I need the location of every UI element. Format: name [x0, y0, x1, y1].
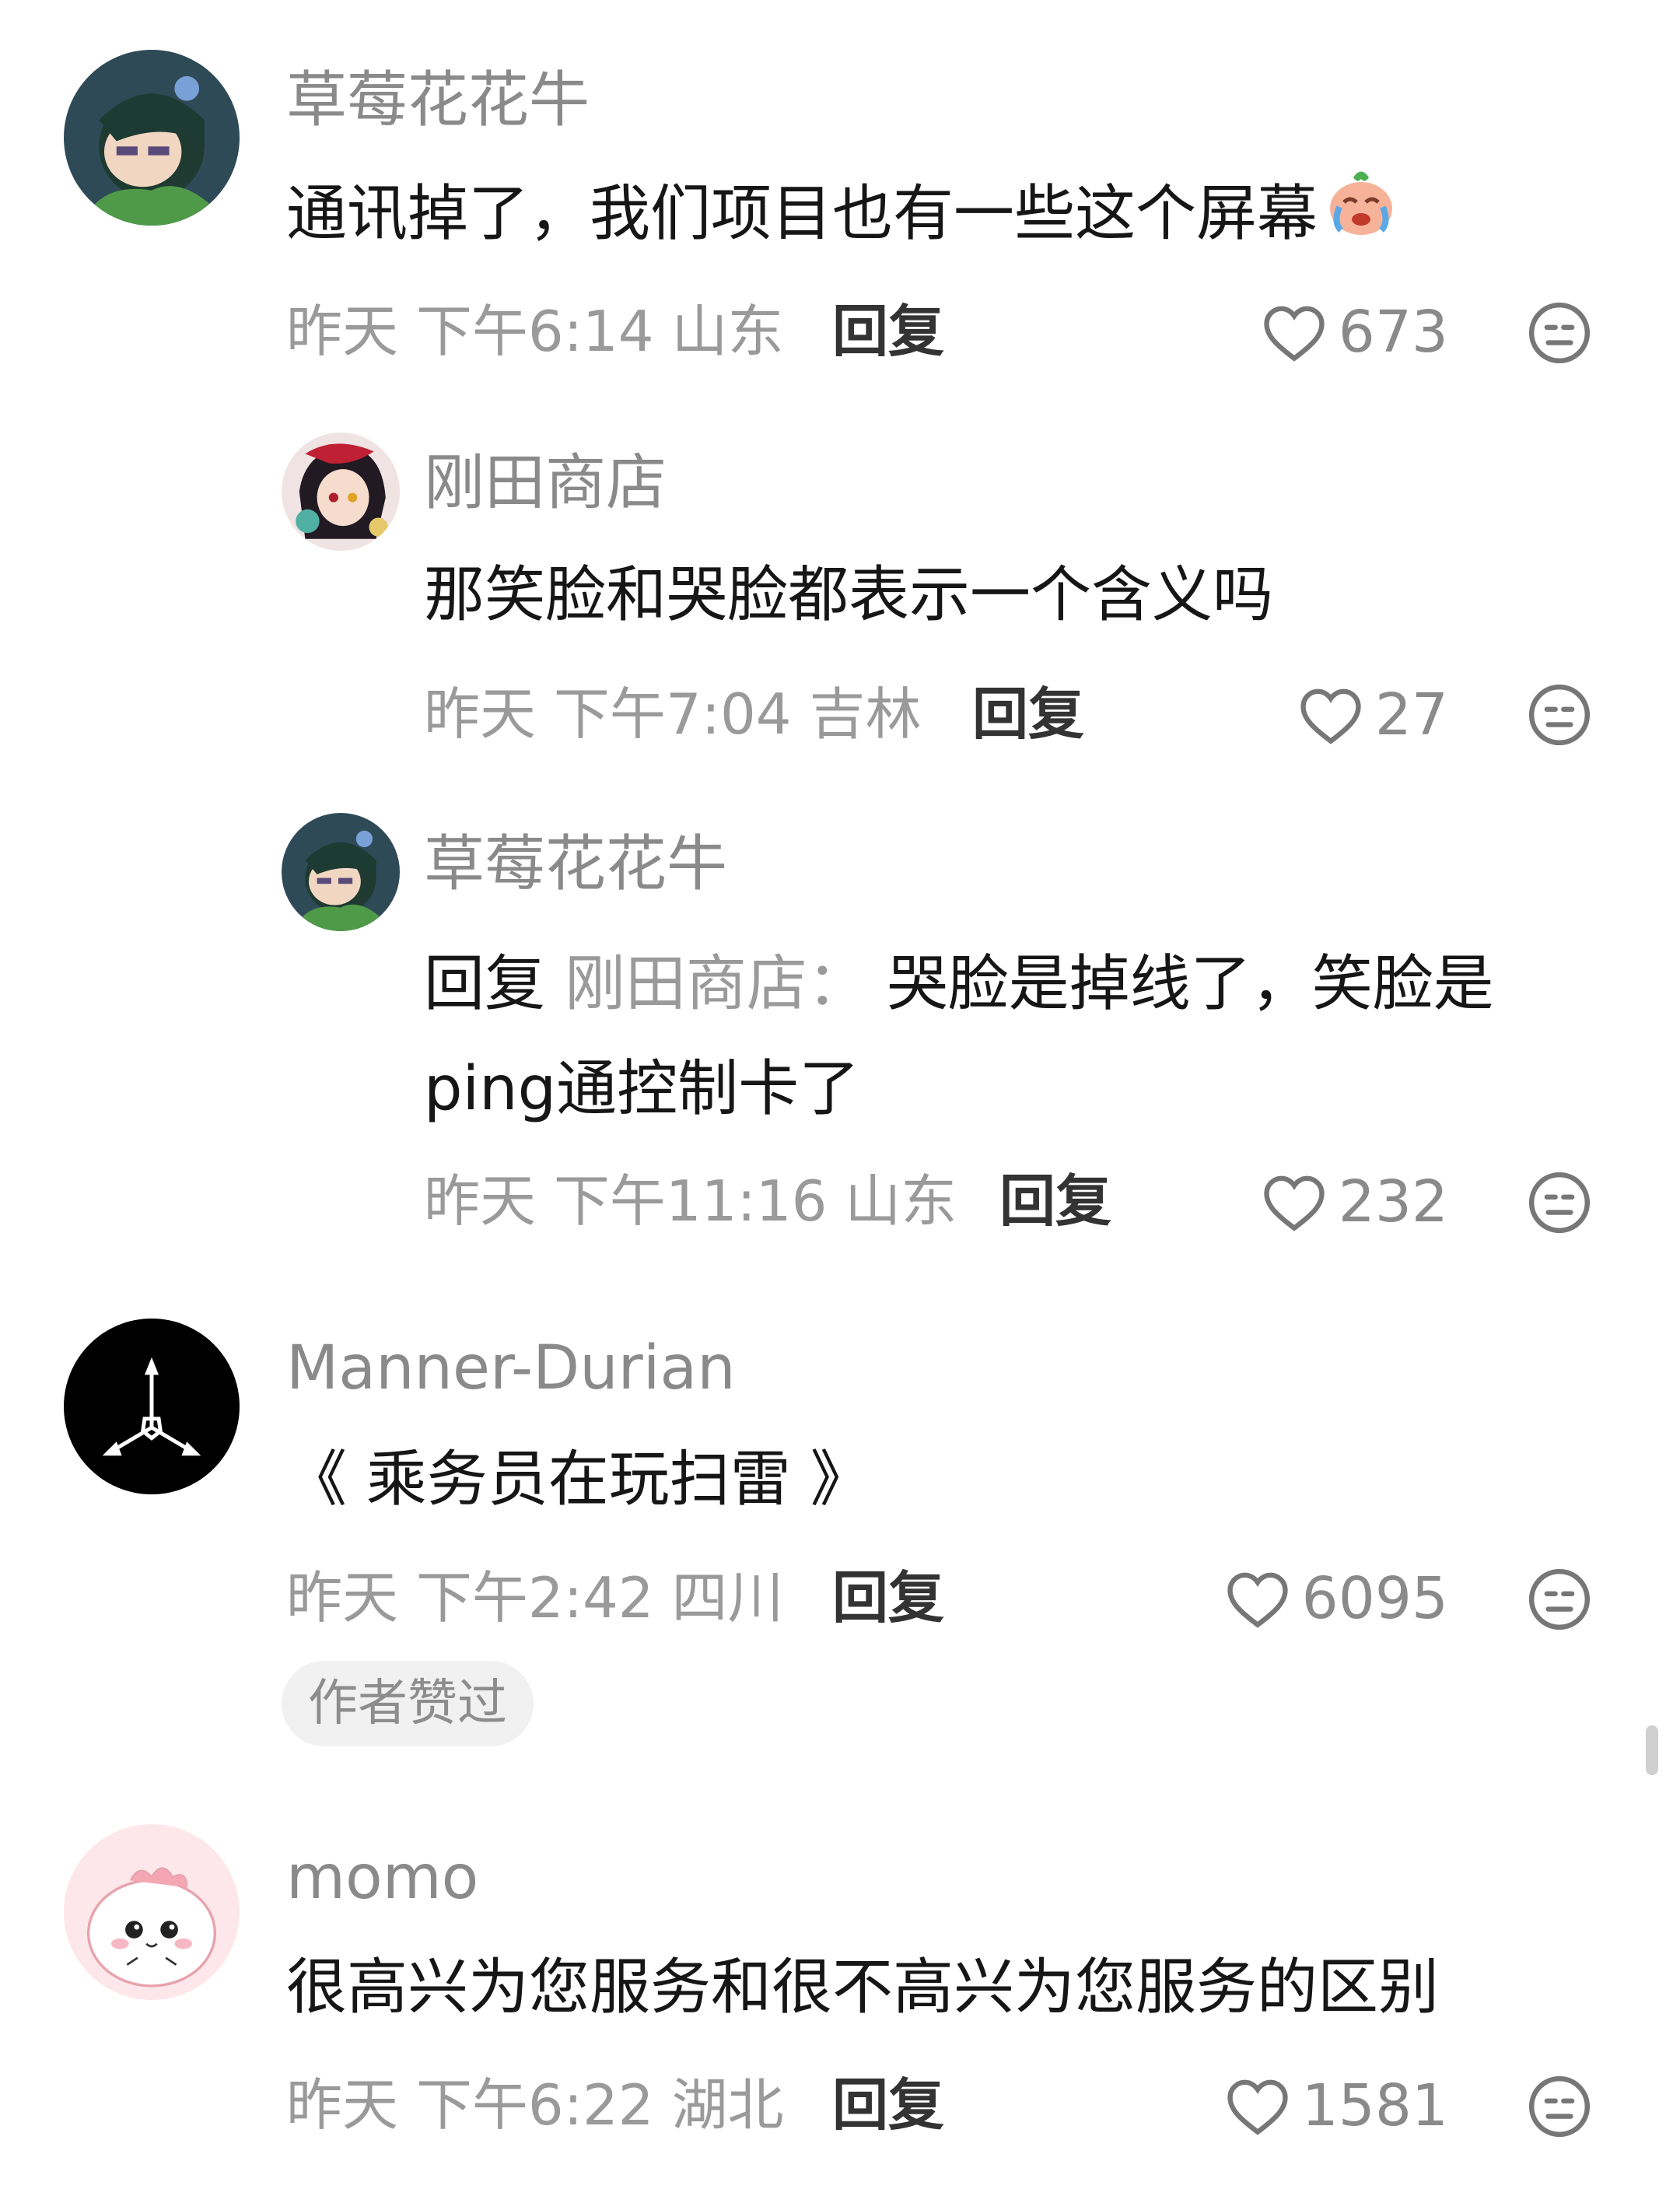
like-button[interactable]: 232 — [1261, 1167, 1448, 1237]
author-liked-badge: 作者赞过 — [282, 1661, 534, 1746]
neutral-face-icon — [1528, 1172, 1591, 1234]
heart-outline-icon — [1264, 306, 1325, 362]
neutral-face-icon — [1528, 1568, 1591, 1630]
like-count: 232 — [1338, 1168, 1448, 1235]
anime-avatar-icon — [282, 433, 400, 551]
crying-face-emoji-icon — [1322, 162, 1400, 274]
reply-prefix: 回复 — [424, 949, 546, 1019]
comment-meta: 昨天 下午2:42 四川 — [286, 1565, 784, 1630]
reply-button[interactable]: 回复 — [832, 1570, 944, 1626]
avatar[interactable] — [64, 1319, 240, 1494]
heart-outline-icon — [1227, 2079, 1288, 2135]
dislike-button[interactable] — [1526, 299, 1593, 366]
anime-avatar-icon — [282, 813, 400, 931]
reply-button[interactable]: 回复 — [832, 2077, 944, 2133]
username[interactable]: 草莓花花牛 — [286, 70, 590, 131]
comment-text: 通讯掉了，我们项目也有一些这个屏幕 — [286, 159, 1400, 274]
comment-text: 回复 刚田商店： 哭脸是掉线了，笑脸是 — [424, 930, 1494, 1038]
heart-outline-icon — [1227, 1572, 1288, 1628]
dislike-button[interactable] — [1526, 2073, 1593, 2140]
dislike-button[interactable] — [1526, 1566, 1593, 1633]
anime-avatar-icon — [64, 50, 240, 226]
comment-text-line1: 哭脸是掉线了，笑脸是 — [887, 949, 1494, 1019]
heart-outline-icon — [1264, 1175, 1325, 1231]
scrollbar[interactable] — [1646, 1725, 1658, 1775]
comment-text: 《 乘务员在玩扫雷 》 — [286, 1445, 871, 1515]
cute-character-avatar-icon — [64, 1824, 240, 2000]
like-button[interactable]: 673 — [1261, 297, 1448, 367]
dislike-button[interactable] — [1526, 681, 1593, 748]
username[interactable]: Manner-Durian — [286, 1338, 736, 1399]
reply-button[interactable]: 回复 — [832, 303, 944, 359]
comment-text: 那笑脸和哭脸都表示一个含义吗 — [424, 560, 1274, 630]
username[interactable]: 草莓花花牛 — [424, 834, 727, 895]
like-button[interactable]: 27 — [1297, 680, 1448, 750]
comment-meta: 昨天 下午6:22 湖北 — [286, 2072, 784, 2138]
neutral-face-icon — [1528, 2075, 1591, 2138]
avatar[interactable] — [282, 433, 400, 551]
comment-text-line2: ping通控制卡了 — [424, 1054, 860, 1124]
comment-meta: 昨天 下午7:04 吉林 — [424, 681, 922, 747]
dislike-button[interactable] — [1526, 1169, 1593, 1236]
neutral-face-icon — [1528, 302, 1591, 364]
like-count: 6095 — [1301, 1565, 1448, 1632]
like-count: 673 — [1338, 299, 1448, 366]
comment-meta: 昨天 下午6:14 山东 — [286, 299, 784, 364]
heart-outline-icon — [1300, 688, 1361, 744]
like-button[interactable]: 1581 — [1224, 2071, 1448, 2141]
avatar[interactable] — [64, 1824, 240, 2000]
avatar[interactable] — [282, 813, 400, 931]
reply-button[interactable]: 回复 — [999, 1173, 1111, 1229]
username[interactable]: 刚田商店 — [424, 453, 667, 513]
comment-text: 很高兴为您服务和很不高兴为您服务的区别 — [286, 1953, 1440, 2023]
comment-text-content: 通讯掉了，我们项目也有一些这个屏幕 — [286, 179, 1318, 249]
avatar[interactable] — [64, 50, 240, 226]
mention-link[interactable]: 刚田商店： — [565, 949, 868, 1019]
like-count: 1581 — [1301, 2072, 1448, 2139]
neutral-face-icon — [1528, 684, 1591, 746]
like-button[interactable]: 6095 — [1224, 1564, 1448, 1634]
logo-avatar-icon — [64, 1319, 240, 1494]
reply-button[interactable]: 回复 — [972, 686, 1084, 742]
username[interactable]: momo — [286, 1848, 478, 1908]
like-count: 27 — [1374, 681, 1448, 748]
comment-meta: 昨天 下午11:16 山东 — [424, 1168, 957, 1234]
